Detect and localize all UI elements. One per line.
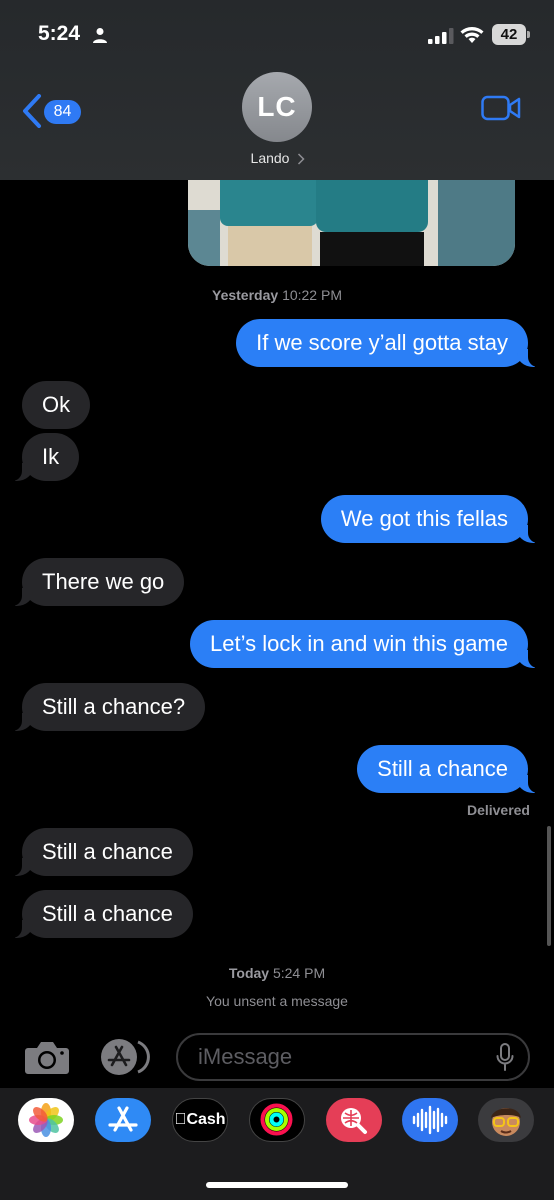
message-bubble-outgoing[interactable]: Let’s lock in and win this game — [190, 620, 544, 668]
message-bubble-outgoing[interactable]: Still a chance — [357, 745, 544, 793]
app-store-drawer-icon[interactable] — [98, 1038, 152, 1076]
timestamp-yesterday: Yesterday 10:22 PM — [212, 287, 342, 303]
message-input-placeholder: iMessage — [198, 1044, 293, 1069]
unread-count-badge[interactable]: 84 — [44, 100, 81, 124]
timestamp-today: Today 5:24 PM — [228, 965, 326, 981]
message-bubble-incoming[interactable]: Still a chance? — [5, 683, 206, 731]
wifi-icon — [460, 27, 484, 43]
image-search-icon[interactable] — [326, 1098, 382, 1142]
message-bubble-outgoing[interactable]: We got this fellas — [320, 495, 545, 543]
scrollbar[interactable] — [547, 826, 551, 946]
chevron-right-icon — [297, 153, 305, 165]
camera-icon[interactable] — [24, 1040, 70, 1076]
photo-attachment[interactable] — [188, 180, 515, 266]
message-input[interactable]: iMessage — [176, 1033, 530, 1081]
contact-avatar[interactable]: LC — [242, 72, 312, 142]
unsent-notice: You unsent a message — [206, 993, 348, 1009]
cellular-signal-icon — [428, 28, 454, 44]
memoji-icon[interactable] — [478, 1098, 534, 1142]
message-bubble-outgoing[interactable]: If we score y’all gotta stay — [236, 319, 544, 367]
app-store-icon[interactable] — [95, 1098, 151, 1142]
status-time: 5:24 — [38, 22, 81, 45]
message-bubble-incoming[interactable]: Still a chance — [6, 828, 193, 876]
chevron-left-icon — [23, 94, 41, 128]
video-call-icon[interactable] — [481, 95, 521, 121]
home-indicator[interactable] — [206, 1182, 348, 1188]
audio-message-icon[interactable] — [402, 1098, 458, 1142]
photos-app-icon[interactable] — [18, 1098, 74, 1142]
activity-rings-icon[interactable] — [249, 1098, 305, 1142]
message-bubble-incoming[interactable]: Still a chance — [6, 890, 193, 938]
battery-indicator: 42 — [492, 24, 530, 45]
apple-cash-icon[interactable]: Cash — [172, 1098, 228, 1142]
delivery-status: Delivered — [466, 802, 530, 818]
message-bubble-incoming[interactable]: There we go — [5, 558, 185, 606]
apple-cash-label: Cash — [180, 1111, 225, 1128]
message-bubble-incoming[interactable]: Ok — [22, 381, 91, 429]
person-icon — [93, 28, 107, 43]
microphone-icon[interactable] — [496, 1043, 514, 1071]
message-bubble-incoming[interactable]: Ik — [5, 433, 80, 481]
apple-logo-icon:  — [174, 1111, 186, 1128]
